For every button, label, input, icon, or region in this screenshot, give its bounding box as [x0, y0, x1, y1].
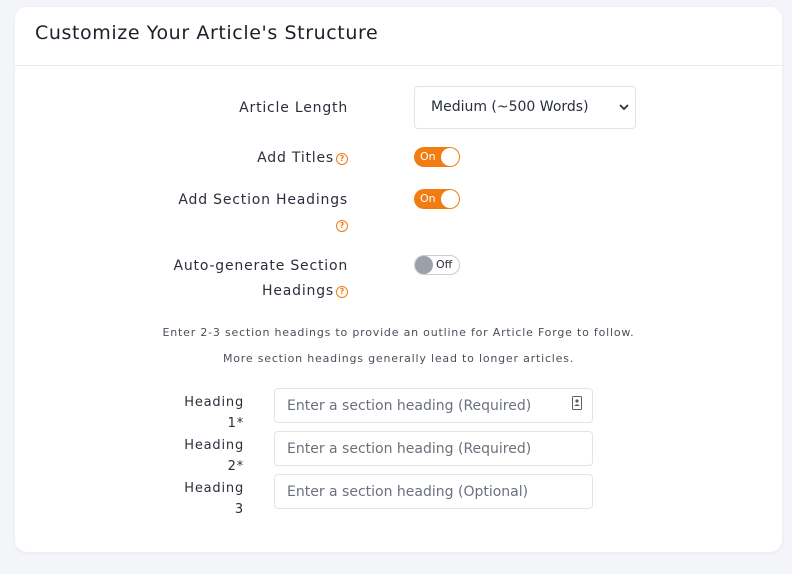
toggle-knob — [415, 256, 433, 274]
add-titles-label: Add Titles? — [257, 146, 348, 171]
auto-generate-label: Auto-generate Section Headings? — [173, 254, 348, 304]
info-text-line1: Enter 2-3 section headings to provide an… — [162, 326, 635, 339]
heading-1-label: Heading 1* — [174, 392, 244, 434]
article-length-value: Medium (~500 Words) — [431, 99, 589, 115]
heading-2-label-line2: 2* — [227, 459, 244, 474]
heading-3-input[interactable] — [274, 474, 593, 509]
add-section-headings-label: Add Section Headings ? — [178, 188, 348, 238]
add-section-headings-label-text: Add Section Headings — [178, 192, 348, 208]
card-header: Customize Your Article's Structure — [15, 7, 782, 66]
add-titles-label-text: Add Titles — [257, 150, 334, 166]
page-title: Customize Your Article's Structure — [35, 22, 379, 44]
heading-2-input[interactable] — [274, 431, 593, 466]
chevron-down-icon — [619, 104, 629, 111]
heading-2-label: Heading 2* — [174, 435, 244, 477]
help-circle-icon[interactable]: ? — [336, 220, 348, 232]
help-circle-icon[interactable]: ? — [336, 286, 348, 298]
toggle-state-text: On — [420, 150, 436, 163]
heading-3-label-line2: 3 — [234, 502, 244, 517]
article-length-select[interactable]: Medium (~500 Words) — [414, 86, 636, 129]
add-titles-toggle[interactable]: On — [414, 147, 460, 167]
heading-2-label-line1: Heading — [184, 438, 244, 453]
toggle-knob — [441, 190, 459, 208]
article-length-label: Article Length — [239, 96, 348, 121]
heading-1-input[interactable] — [274, 388, 593, 423]
heading-3-label: Heading 3 — [174, 478, 244, 520]
structure-card: Customize Your Article's Structure Artic… — [15, 7, 782, 552]
auto-generate-toggle[interactable]: Off — [414, 255, 460, 275]
info-text-line2: More section headings generally lead to … — [222, 352, 575, 365]
auto-generate-label-line2: Headings — [262, 283, 334, 299]
help-circle-icon[interactable]: ? — [336, 153, 348, 165]
auto-generate-label-line1: Auto-generate Section — [173, 258, 348, 274]
heading-1-label-line2: 1* — [227, 416, 244, 431]
heading-3-label-line1: Heading — [184, 481, 244, 496]
toggle-state-text: On — [420, 192, 436, 205]
article-length-label-text: Article Length — [239, 100, 348, 116]
autofill-contact-icon[interactable] — [572, 396, 582, 410]
toggle-knob — [441, 148, 459, 166]
toggle-state-text: Off — [436, 258, 453, 271]
add-section-headings-toggle[interactable]: On — [414, 189, 460, 209]
heading-1-label-line1: Heading — [184, 395, 244, 410]
